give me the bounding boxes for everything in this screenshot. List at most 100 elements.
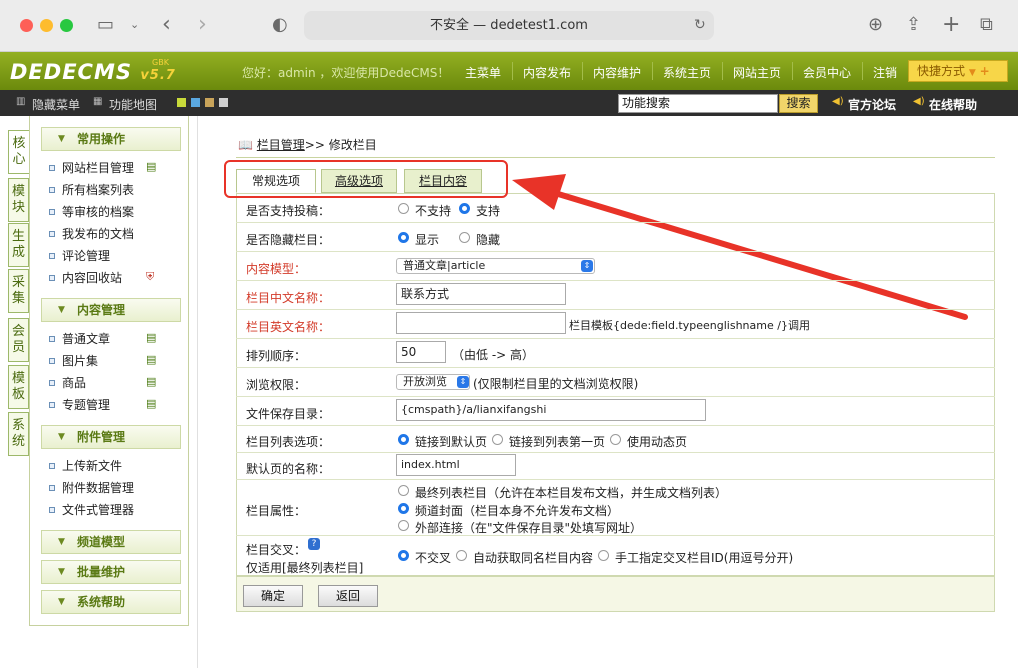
back-button[interactable]: 返回 bbox=[318, 585, 378, 607]
sidebar-item-upload[interactable]: 上传新文件 bbox=[62, 459, 122, 473]
nav-maintain[interactable]: 内容维护 bbox=[593, 64, 641, 81]
forward-icon[interactable]: › bbox=[198, 13, 207, 37]
nav-main-menu[interactable]: 主菜单 bbox=[465, 64, 501, 81]
left-tab-core[interactable]: 核心 bbox=[8, 130, 29, 174]
new-tab-icon[interactable]: + bbox=[942, 13, 960, 37]
chevron-updown-icon: ⇕ bbox=[457, 376, 469, 388]
sidebar-item-article[interactable]: 普通文章 bbox=[62, 332, 110, 346]
minimize-window-button[interactable] bbox=[40, 19, 53, 32]
share-icon[interactable]: ⇪ bbox=[906, 13, 921, 37]
radio-external-link[interactable] bbox=[398, 520, 409, 531]
left-tab-member[interactable]: 会员 bbox=[8, 318, 29, 362]
radio-not-allow[interactable] bbox=[398, 203, 409, 214]
quick-menu-button[interactable]: 快捷方式 ▼ + bbox=[908, 60, 1008, 82]
default-page-input[interactable]: index.html bbox=[396, 454, 516, 476]
skin-green-icon[interactable] bbox=[177, 98, 186, 107]
sidebar-item-images[interactable]: 图片集 bbox=[62, 354, 98, 368]
radio-dynamic-page[interactable] bbox=[610, 434, 621, 445]
radio-label: 外部连接（在"文件保存目录"处填写网址） bbox=[415, 521, 643, 535]
sidebar-item-goods[interactable]: 商品 bbox=[62, 376, 86, 390]
sidebar-item-all-archives[interactable]: 所有档案列表 bbox=[62, 183, 134, 197]
nav-site-home[interactable]: 网站主页 bbox=[733, 64, 781, 81]
sidebar-item-recycle[interactable]: 内容回收站 bbox=[62, 271, 122, 285]
nav-system-home[interactable]: 系统主页 bbox=[663, 64, 711, 81]
radio-auto-cross[interactable] bbox=[456, 550, 467, 561]
nav-member[interactable]: 会员中心 bbox=[803, 64, 851, 81]
tabs-overview-icon[interactable]: ⧉ bbox=[980, 13, 993, 37]
online-help-link[interactable]: 在线帮助 bbox=[929, 96, 977, 113]
radio-channel-cover[interactable] bbox=[398, 503, 409, 514]
zoom-window-button[interactable] bbox=[60, 19, 73, 32]
back-icon[interactable]: ‹ bbox=[162, 13, 171, 37]
section-batch[interactable]: ▼ 批量维护 bbox=[41, 560, 181, 584]
chevron-down-icon: ▼ bbox=[58, 597, 65, 607]
section-help[interactable]: ▼ 系统帮助 bbox=[41, 590, 181, 614]
bullet-icon bbox=[49, 358, 55, 364]
skin-brown-icon[interactable] bbox=[205, 98, 214, 107]
row-label: 是否隐藏栏目： bbox=[246, 233, 331, 247]
radio-show[interactable] bbox=[398, 232, 409, 243]
sort-order-input[interactable]: 50 bbox=[396, 341, 446, 363]
left-tab-template[interactable]: 模板 bbox=[8, 365, 29, 409]
radio-allow[interactable] bbox=[459, 203, 470, 214]
nav-publish[interactable]: 内容发布 bbox=[523, 64, 571, 81]
breadcrumb-link[interactable]: 栏目管理 bbox=[257, 138, 305, 152]
category-english-input[interactable] bbox=[396, 312, 566, 334]
skin-blue-icon[interactable] bbox=[191, 98, 200, 107]
close-window-button[interactable] bbox=[20, 19, 33, 32]
address-bar[interactable]: 不安全 — dedetest1.com bbox=[304, 11, 714, 40]
add-icon[interactable]: ▤ bbox=[146, 376, 158, 388]
radio-final-list[interactable] bbox=[398, 485, 409, 496]
add-icon[interactable]: ▤ bbox=[146, 398, 158, 410]
sidebar-toggle-icon[interactable]: ▭ bbox=[97, 13, 114, 37]
add-icon[interactable]: ▤ bbox=[146, 161, 158, 173]
left-tab-generate[interactable]: 生成 bbox=[8, 223, 29, 267]
add-icon[interactable]: ▤ bbox=[146, 332, 158, 344]
confirm-button[interactable]: 确定 bbox=[243, 585, 303, 607]
help-icon[interactable]: ? bbox=[308, 538, 320, 550]
official-forum-link[interactable]: 官方论坛 bbox=[848, 96, 896, 113]
add-icon[interactable]: ▤ bbox=[146, 354, 158, 366]
sidebar-item-category-manage[interactable]: 网站栏目管理 bbox=[62, 161, 134, 175]
row-label: 排列顺序： bbox=[246, 349, 307, 363]
hide-menu-link[interactable]: 隐藏菜单 bbox=[32, 96, 80, 113]
bullet-icon bbox=[49, 275, 55, 281]
sidebar-item-attach-data[interactable]: 附件数据管理 bbox=[62, 481, 134, 495]
download-icon[interactable]: ⊕ bbox=[868, 13, 883, 37]
section-common[interactable]: ▼ 常用操作 bbox=[41, 127, 181, 151]
address-text: 不安全 — dedetest1.com bbox=[430, 18, 588, 33]
sidebar-item-comments[interactable]: 评论管理 bbox=[62, 249, 110, 263]
radio-default-page[interactable] bbox=[398, 434, 409, 445]
left-tab-system[interactable]: 系统 bbox=[8, 412, 29, 456]
form-row bbox=[236, 223, 995, 252]
radio-first-list-page[interactable] bbox=[492, 434, 503, 445]
shield-icon[interactable]: ◐ bbox=[272, 13, 288, 37]
nav-separator bbox=[652, 62, 653, 80]
radio-hide[interactable] bbox=[459, 232, 470, 243]
radio-no-cross[interactable] bbox=[398, 550, 409, 561]
sort-order-note: （由低 -> 高） bbox=[452, 348, 535, 362]
function-map-link[interactable]: 功能地图 bbox=[109, 96, 157, 113]
section-attachments[interactable]: ▼ 附件管理 bbox=[41, 425, 181, 449]
search-button[interactable]: 搜索 bbox=[779, 94, 818, 113]
recycle-shield-icon[interactable]: ⛨ bbox=[146, 271, 158, 283]
nav-logout[interactable]: 注销 bbox=[873, 64, 897, 81]
sidebar-item-pending[interactable]: 等审核的档案 bbox=[62, 205, 134, 219]
category-name-input[interactable]: 联系方式 bbox=[396, 283, 566, 305]
content-model-select[interactable]: 普通文章|article bbox=[396, 258, 595, 274]
sidebar-item-topics[interactable]: 专题管理 bbox=[62, 398, 110, 412]
sidebar-item-my-docs[interactable]: 我发布的文档 bbox=[62, 227, 134, 241]
skin-gray-icon[interactable] bbox=[219, 98, 228, 107]
section-channel-model[interactable]: ▼ 频道模型 bbox=[41, 530, 181, 554]
save-dir-input[interactable]: {cmspath}/a/lianxifangshi bbox=[396, 399, 706, 421]
function-search-input[interactable]: 功能搜索 bbox=[618, 94, 778, 113]
section-title: 内容管理 bbox=[77, 303, 126, 317]
radio-manual-cross[interactable] bbox=[598, 550, 609, 561]
sidebar-item-file-manager[interactable]: 文件式管理器 bbox=[62, 503, 134, 517]
left-tab-module[interactable]: 模块 bbox=[8, 178, 29, 222]
chevron-down-icon[interactable]: ⌄ bbox=[130, 13, 139, 37]
reload-icon[interactable]: ↻ bbox=[694, 13, 706, 37]
section-content[interactable]: ▼ 内容管理 bbox=[41, 298, 181, 322]
left-tab-collect[interactable]: 采集 bbox=[8, 269, 29, 313]
form-row bbox=[236, 281, 995, 310]
